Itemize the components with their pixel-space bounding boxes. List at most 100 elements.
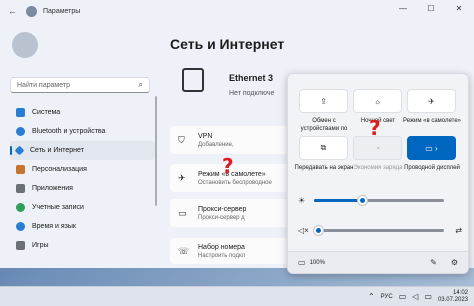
system-tray: ⌃ РУС ▭ ◁ ▭ 14:02 03.07.2023 — [368, 290, 468, 304]
card-title: Прокси-сервер — [198, 205, 247, 213]
quick-settings-footer: ▭ 100% ✎ ⚙ — [288, 251, 468, 273]
sidebar-nav: Система Bluetooth и устройства Сеть и Ин… — [10, 103, 155, 255]
minimize-button[interactable]: — — [396, 4, 410, 13]
share-icon: ⇪ — [320, 96, 327, 106]
sidebar-item-label: Игры — [32, 242, 49, 249]
tile-label: Проводной дисплей — [404, 165, 460, 171]
edit-icon[interactable]: ✎ — [430, 258, 437, 267]
card-title: VPN — [198, 132, 213, 140]
volume-track[interactable] — [313, 225, 444, 235]
sidebar-item-label: Время и язык — [32, 223, 76, 230]
system-icon — [16, 108, 25, 117]
sidebar-item-label: Приложения — [32, 185, 73, 192]
search-input[interactable]: Найти параметр — [17, 82, 70, 89]
window-controls: — ☐ ✕ — [396, 4, 466, 13]
user-profile[interactable] — [12, 32, 142, 66]
proxy-icon: ▭ — [178, 207, 187, 218]
battery-percent: 100% — [309, 259, 325, 266]
language-indicator[interactable]: РУС — [381, 294, 393, 300]
night-light-icon: ☼ — [373, 96, 382, 106]
brightness-thumb[interactable] — [358, 195, 368, 205]
maximize-button[interactable]: ☐ — [424, 4, 438, 13]
card-subtitle: Прокси-сервер д — [198, 214, 245, 221]
settings-gear-icon[interactable]: ⚙ — [451, 258, 458, 267]
airplane-icon: ✈ — [178, 172, 186, 183]
battery-icon: ▭ — [298, 258, 306, 267]
sidebar-item-system[interactable]: Система — [10, 103, 155, 122]
settings-app-icon — [26, 5, 37, 17]
tile-label: Передавать на экран — [294, 165, 354, 171]
clock-date: 03.07.2023 — [437, 296, 468, 303]
back-arrow-icon[interactable]: ← — [8, 6, 22, 16]
sidebar-item-label: Bluetooth и устройства — [32, 128, 106, 135]
volume-slider[interactable]: ◁× ⇄ — [298, 224, 462, 236]
sidebar-item-label: Учетные записи — [32, 204, 84, 211]
card-title: Набор номера — [198, 243, 245, 251]
wired-display-tile[interactable]: ▭ › — [407, 136, 456, 160]
card-subtitle: Остановить беспроводное — [198, 179, 272, 186]
cast-tile[interactable]: ⧉ — [299, 136, 348, 160]
night-light-tile[interactable]: ☼ — [353, 89, 402, 113]
shield-icon: ⛉ — [178, 134, 185, 145]
proxy-card[interactable]: ▭ Прокси-сервер Прокси-сервер д — [170, 199, 290, 227]
bluetooth-icon — [16, 127, 25, 136]
window-title: Параметры — [43, 7, 81, 15]
brightness-slider[interactable]: ☀ — [298, 194, 462, 206]
dialup-icon: ☏ — [178, 245, 190, 256]
dialup-card[interactable]: ☏ Набор номера Настроить подкл — [170, 238, 290, 264]
cast-icon: ⧉ — [320, 143, 327, 152]
search-box[interactable]: Найти параметр ⌕ — [10, 77, 150, 93]
close-button[interactable]: ✕ — [452, 4, 466, 13]
sidebar-item-label: Сеть и Интернет — [30, 147, 84, 154]
ethernet-name: Ethernet 3 — [229, 73, 274, 83]
tile-label: Обмен с устройствами по — [300, 118, 348, 132]
annotation-question-mark: ? — [222, 154, 234, 178]
sidebar-item-label: Персонализация — [32, 166, 87, 173]
nearby-share-tile[interactable]: ⇪ — [299, 89, 348, 113]
brightness-icon: ☀ — [298, 195, 306, 205]
card-subtitle: Настроить подкл — [198, 252, 246, 259]
sidebar-item-games[interactable]: Игры — [10, 236, 155, 255]
brightness-fill — [314, 198, 363, 202]
personalization-icon — [16, 165, 25, 174]
sidebar-item-time[interactable]: Время и язык — [10, 217, 155, 236]
chevron-up-icon[interactable]: ⌃ — [368, 292, 375, 301]
apps-icon — [16, 184, 25, 193]
sidebar-item-accounts[interactable]: Учетные записи — [10, 198, 155, 217]
ethernet-status: Нет подключе — [229, 90, 275, 97]
battery-saver-icon: ◔ — [375, 143, 380, 153]
page-title: Сеть и Интернет — [170, 36, 285, 52]
ethernet-icon — [182, 68, 204, 92]
sidebar-item-personalization[interactable]: Персонализация — [10, 160, 155, 179]
games-icon — [16, 241, 25, 250]
card-subtitle: Добавление, — [198, 141, 234, 148]
clock[interactable]: 14:02 03.07.2023 — [438, 290, 468, 304]
sidebar-item-network[interactable]: Сеть и Интернет — [10, 141, 155, 160]
battery-icon[interactable]: ▭ — [424, 292, 432, 301]
tile-label: Экономия заряда — [353, 165, 403, 171]
brightness-track[interactable] — [314, 195, 444, 205]
sidebar-item-apps[interactable]: Приложения — [10, 179, 155, 198]
network-icon[interactable]: ▭ — [399, 292, 407, 301]
quick-settings-panel: ⇪ Обмен с устройствами по ☼ Ночной свет … — [287, 73, 469, 274]
sidebar-scrollbar[interactable] — [155, 96, 157, 206]
time-icon — [16, 222, 25, 231]
airplane-icon: ✈ — [428, 96, 435, 106]
card-title: Режим «в самолете» — [198, 170, 266, 178]
accounts-icon — [16, 203, 25, 212]
airplane-mode-tile[interactable]: ✈ — [407, 89, 456, 113]
search-icon: ⌕ — [138, 80, 143, 89]
tile-label: Режим «в самолете» — [402, 118, 462, 124]
clock-time: 14:02 — [452, 289, 468, 296]
avatar — [12, 32, 38, 58]
volume-thumb[interactable] — [313, 225, 323, 235]
taskbar: ⌃ РУС ▭ ◁ ▭ 14:02 03.07.2023 — [0, 286, 474, 306]
sidebar-item-bluetooth[interactable]: Bluetooth и устройства — [10, 122, 155, 141]
audio-output-icon[interactable]: ⇄ — [455, 226, 462, 235]
annotation-question-mark: ? — [369, 116, 381, 140]
network-icon — [14, 145, 25, 156]
vpn-card[interactable]: ⛉ VPN Добавление, — [170, 126, 290, 154]
volume-mute-icon: ◁× — [298, 225, 309, 235]
volume-icon[interactable]: ◁ — [412, 292, 418, 301]
sidebar-item-label: Система — [32, 109, 61, 116]
